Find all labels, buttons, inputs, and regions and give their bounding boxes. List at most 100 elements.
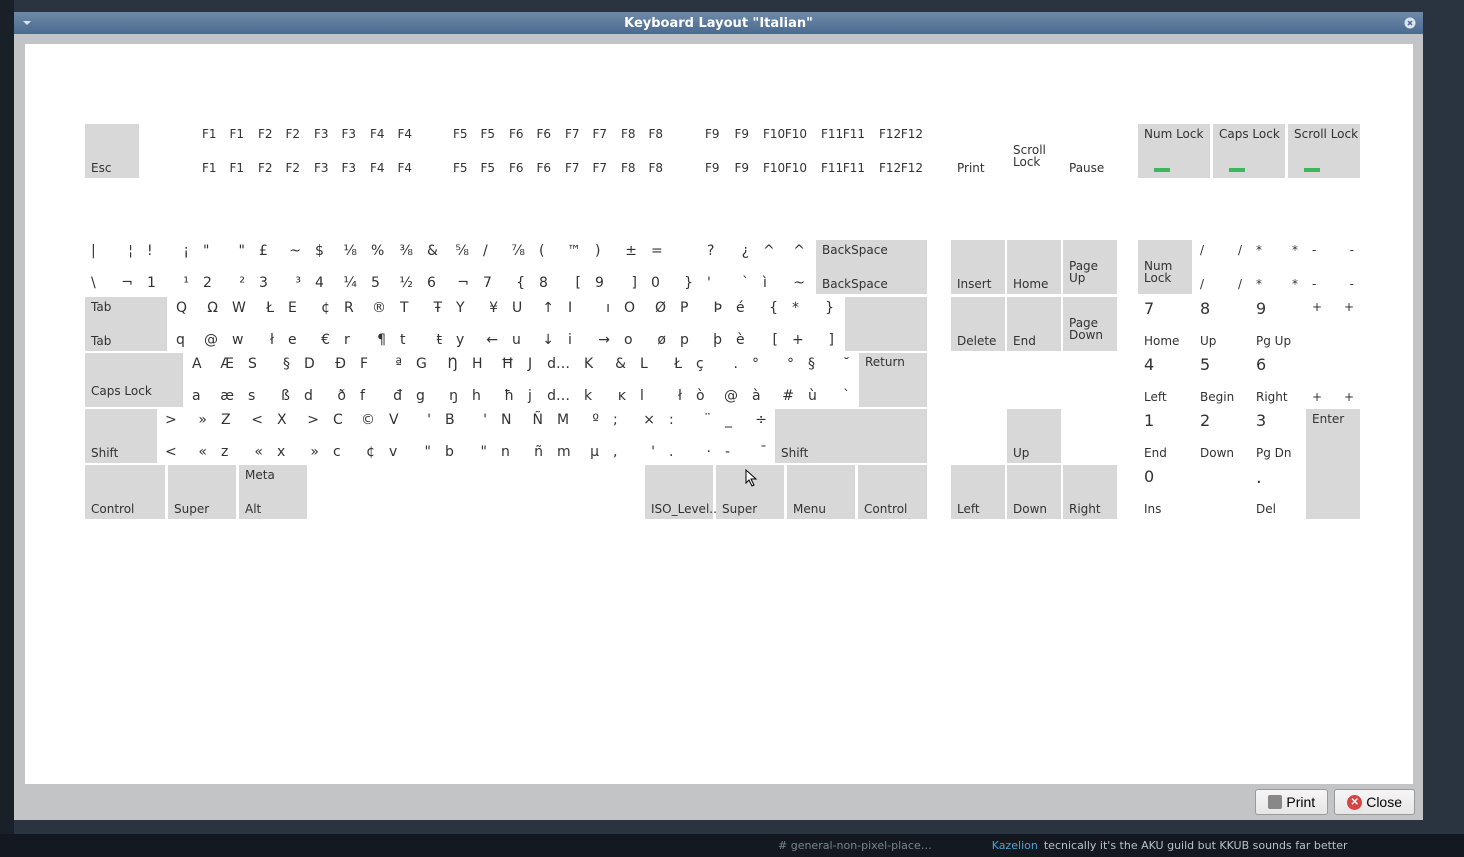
key-row3-7[interactable]: K&kĸ <box>578 353 632 407</box>
key-row1-4[interactable]: $⅛4¼ <box>309 240 363 294</box>
key-row3-3[interactable]: Fªfđ <box>354 353 408 407</box>
key-row3-0[interactable]: AÆaæ <box>186 353 240 407</box>
key-esc[interactable]: Esc <box>85 124 139 178</box>
key-f3[interactable]: F3F3F3F3 <box>308 124 362 178</box>
key-row3-6[interactable]: Jd…jd… <box>522 353 576 407</box>
key-row2-3[interactable]: R®r¶ <box>338 297 392 351</box>
key-control-left[interactable]: Control <box>85 465 165 519</box>
key-shift-left[interactable]: Shift <box>85 409 157 463</box>
key-row4-5[interactable]: B'b" <box>439 409 493 463</box>
key-row3-2[interactable]: DĐdð <box>298 353 352 407</box>
key-row2-8[interactable]: OØoø <box>618 297 672 351</box>
key-row1-8[interactable]: (™8[ <box>533 240 587 294</box>
key-row4-4[interactable]: V'v" <box>383 409 437 463</box>
key-row3-9[interactable]: ç.ò@ <box>690 353 744 407</box>
key-row2-11[interactable]: *}+] <box>786 297 840 351</box>
key-backspace[interactable]: BackSpaceBackSpace <box>816 240 927 294</box>
key-f7[interactable]: F7F7F7F7 <box>559 124 613 178</box>
key-row3-1[interactable]: S§sß <box>242 353 296 407</box>
key-row1-5[interactable]: %⅜5½ <box>365 240 419 294</box>
key-super-left[interactable]: Super <box>168 465 236 519</box>
key-row4-8[interactable]: ;×,' <box>607 409 661 463</box>
key-row1-2[interactable]: ""2² <box>197 240 251 294</box>
key-menu[interactable]: Menu <box>787 465 855 519</box>
key-right[interactable]: Right <box>1063 465 1117 519</box>
key-kp-9[interactable]: 9Pg Up <box>1250 297 1304 351</box>
key-kp-3[interactable]: 3Pg Dn <box>1250 409 1304 463</box>
key-row1-3[interactable]: £~3³ <box>253 240 307 294</box>
key-f1[interactable]: F1F1F1F1 <box>196 124 250 178</box>
close-button[interactable]: ✕Close <box>1334 789 1415 815</box>
key-kp-multiply[interactable]: **** <box>1250 240 1304 294</box>
key-super-right[interactable]: Super <box>716 465 784 519</box>
key-row2-2[interactable]: E¢e€ <box>282 297 336 351</box>
key-kp-add[interactable]: ++++ <box>1306 297 1360 407</box>
key-up[interactable]: Up <box>1007 409 1061 463</box>
key-row4-9[interactable]: :¨.· <box>663 409 717 463</box>
key-print[interactable]: Print <box>951 124 1005 178</box>
key-row3-5[interactable]: HĦhħ <box>466 353 520 407</box>
taskbar[interactable]: # general-non-pixel-place… Kazelion tecn… <box>0 834 1464 857</box>
key-f11[interactable]: F11F11F11F11 <box>815 124 871 178</box>
key-row1-7[interactable]: /⅞7{ <box>477 240 531 294</box>
key-insert[interactable]: Insert <box>951 240 1005 294</box>
key-row2-7[interactable]: Iıi→ <box>562 297 616 351</box>
key-kp-7[interactable]: 7Home <box>1138 297 1192 351</box>
key-iso-level[interactable]: ISO_Level... <box>645 465 713 519</box>
key-page-down[interactable]: Page Down <box>1063 297 1117 351</box>
key-row3-8[interactable]: LŁlł <box>634 353 688 407</box>
key-page-up[interactable]: Page Up <box>1063 240 1117 294</box>
print-button[interactable]: Print <box>1255 789 1328 815</box>
key-kp-8[interactable]: 8Up <box>1194 297 1248 351</box>
key-f4[interactable]: F4F4F4F4 <box>364 124 418 178</box>
key-f8[interactable]: F8F8F8F8 <box>615 124 669 178</box>
close-icon[interactable] <box>1403 16 1417 30</box>
key-row3-4[interactable]: GŊgŋ <box>410 353 464 407</box>
key-meta-alt[interactable]: MetaAlt <box>239 465 307 519</box>
key-row4-2[interactable]: X>x» <box>271 409 325 463</box>
key-kp-subtract[interactable]: ---- <box>1306 240 1360 294</box>
key-tab[interactable]: TabTab <box>85 297 167 351</box>
key-kp-5[interactable]: 5Begin <box>1194 353 1248 407</box>
key-row4-7[interactable]: Mºmµ <box>551 409 605 463</box>
key-row2-9[interactable]: PÞpþ <box>674 297 728 351</box>
key-return-top[interactable] <box>845 297 927 351</box>
key-row1-11[interactable]: ?¿'` <box>701 240 755 294</box>
key-kp-1[interactable]: 1End <box>1138 409 1192 463</box>
key-f2[interactable]: F2F2F2F2 <box>252 124 306 178</box>
key-return[interactable]: Return <box>859 353 927 407</box>
key-kp-decimal[interactable]: .Del <box>1250 465 1304 519</box>
key-row3-10[interactable]: °°à# <box>746 353 800 407</box>
key-row2-4[interactable]: TŦtŧ <box>394 297 448 351</box>
key-row2-6[interactable]: U↑u↓ <box>506 297 560 351</box>
key-kp-numlock[interactable]: Num Lock <box>1138 240 1192 294</box>
key-f12[interactable]: F12F12F12F12 <box>873 124 929 178</box>
key-row1-12[interactable]: ^^ì~ <box>757 240 811 294</box>
key-kp-2[interactable]: 2Down <box>1194 409 1248 463</box>
key-row1-10[interactable]: =0} <box>645 240 699 294</box>
key-row4-6[interactable]: NÑnñ <box>495 409 549 463</box>
key-kp-4[interactable]: 4Left <box>1138 353 1192 407</box>
key-row1-9[interactable]: )±9] <box>589 240 643 294</box>
key-kp-enter[interactable]: Enter <box>1306 409 1360 519</box>
key-space[interactable] <box>310 465 642 519</box>
key-row2-10[interactable]: é{è[ <box>730 297 784 351</box>
key-row4-0[interactable]: >»<« <box>159 409 213 463</box>
window-menu-icon[interactable] <box>20 16 34 30</box>
key-row4-3[interactable]: C©c¢ <box>327 409 381 463</box>
key-caps-lock[interactable]: Caps Lock <box>85 353 183 407</box>
key-f6[interactable]: F6F6F6F6 <box>503 124 557 178</box>
key-row2-5[interactable]: Y¥y← <box>450 297 504 351</box>
key-f5[interactable]: F5F5F5F5 <box>447 124 501 178</box>
key-end[interactable]: End <box>1007 297 1061 351</box>
key-row2-1[interactable]: WŁwł <box>226 297 280 351</box>
key-shift-right[interactable]: Shift <box>775 409 927 463</box>
titlebar[interactable]: Keyboard Layout "Italian" <box>14 12 1423 34</box>
key-row2-0[interactable]: QΩq@ <box>170 297 224 351</box>
key-row1-0[interactable]: |¦\¬ <box>85 240 139 294</box>
key-row1-6[interactable]: &⅝6¬ <box>421 240 475 294</box>
key-row4-10[interactable]: _÷-¯ <box>719 409 773 463</box>
key-row4-1[interactable]: Z<z« <box>215 409 269 463</box>
key-control-right[interactable]: Control <box>858 465 927 519</box>
key-home[interactable]: Home <box>1007 240 1061 294</box>
